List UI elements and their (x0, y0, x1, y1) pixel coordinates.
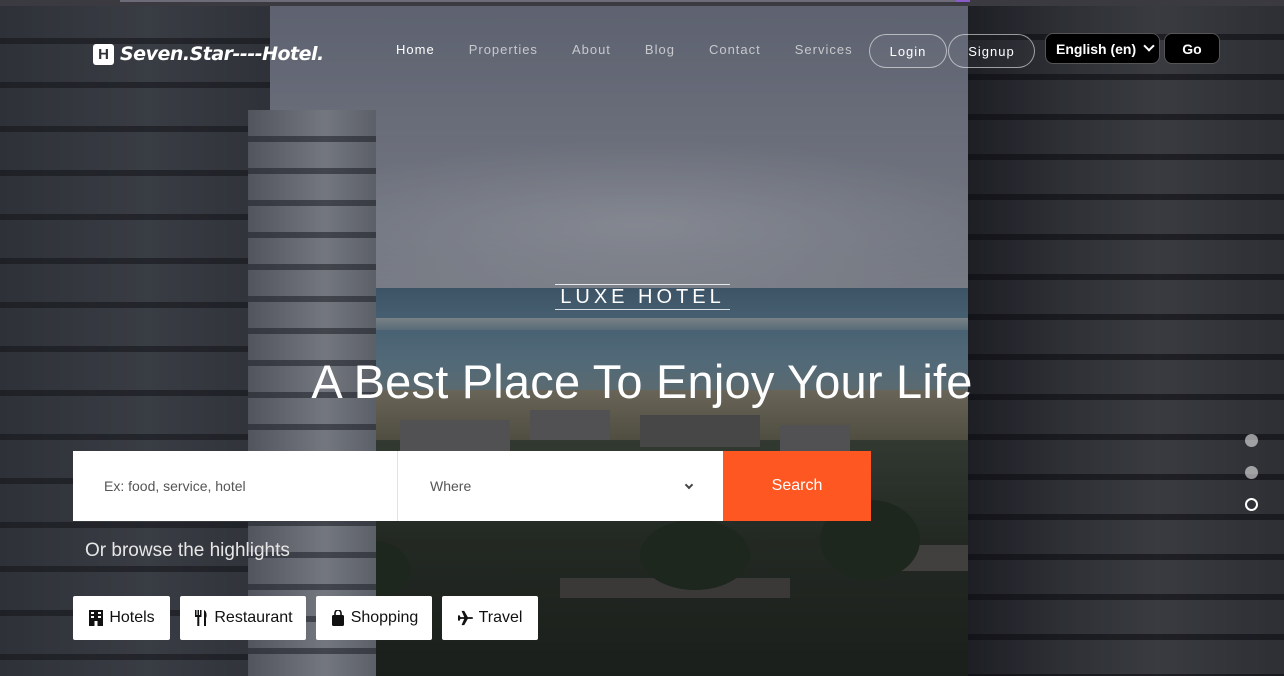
chip-restaurant[interactable]: Restaurant (180, 596, 306, 640)
hero-eyebrow: LUXE HOTEL (555, 284, 730, 310)
signup-button[interactable]: Signup (948, 34, 1035, 68)
chip-label: Hotels (109, 609, 155, 626)
chip-hotels[interactable]: Hotels (73, 596, 170, 640)
nav-item-home[interactable]: Home (396, 42, 435, 57)
search-input[interactable]: Ex: food, service, hotel (73, 451, 398, 521)
language-select[interactable]: English (en) (1045, 33, 1160, 64)
carousel-dot[interactable] (1245, 434, 1258, 447)
nav-item-blog[interactable]: Blog (645, 42, 675, 57)
where-select-label: Where (430, 478, 472, 494)
nav-item-contact[interactable]: Contact (709, 42, 761, 57)
carousel-dot[interactable] (1245, 466, 1258, 479)
nav-item-about[interactable]: About (572, 42, 611, 57)
chip-shopping[interactable]: Shopping (316, 596, 432, 640)
chevron-down-icon (684, 480, 694, 490)
brand-name: Seven.Star----Hotel. (120, 43, 324, 65)
where-select[interactable]: Where (398, 451, 723, 521)
search-button[interactable]: Search (723, 451, 871, 521)
language-selected-value: English (en) (1056, 40, 1137, 57)
main-nav: Home Properties About Blog Contact Servi… (396, 42, 887, 57)
chip-label: Travel (478, 609, 523, 626)
chip-label: Shopping (350, 609, 419, 626)
utensils-icon (195, 610, 207, 626)
shopping-bag-icon (331, 610, 344, 626)
brand-logo[interactable]: H Seven.Star----Hotel. (93, 43, 324, 65)
hero-background-image (0, 0, 1284, 676)
hotel-h-icon: H (93, 43, 114, 65)
carousel-dot-active[interactable] (1245, 498, 1258, 511)
airplane-icon (457, 610, 473, 626)
chevron-down-icon (1143, 40, 1155, 52)
login-button[interactable]: Login (869, 34, 947, 68)
nav-item-properties[interactable]: Properties (469, 42, 538, 57)
carousel-indicators (1245, 434, 1258, 530)
building-icon (89, 610, 104, 626)
hero-headline: A Best Place To Enjoy Your Life (311, 355, 973, 408)
search-bar: Ex: food, service, hotel Where Search (73, 451, 871, 521)
nav-item-services[interactable]: Services (795, 42, 853, 57)
go-button[interactable]: Go (1164, 33, 1220, 64)
chip-travel[interactable]: Travel (442, 596, 538, 640)
browser-top-strip (0, 0, 1284, 6)
chip-label: Restaurant (214, 609, 293, 626)
browse-highlights-label: Or browse the highlights (85, 540, 290, 561)
